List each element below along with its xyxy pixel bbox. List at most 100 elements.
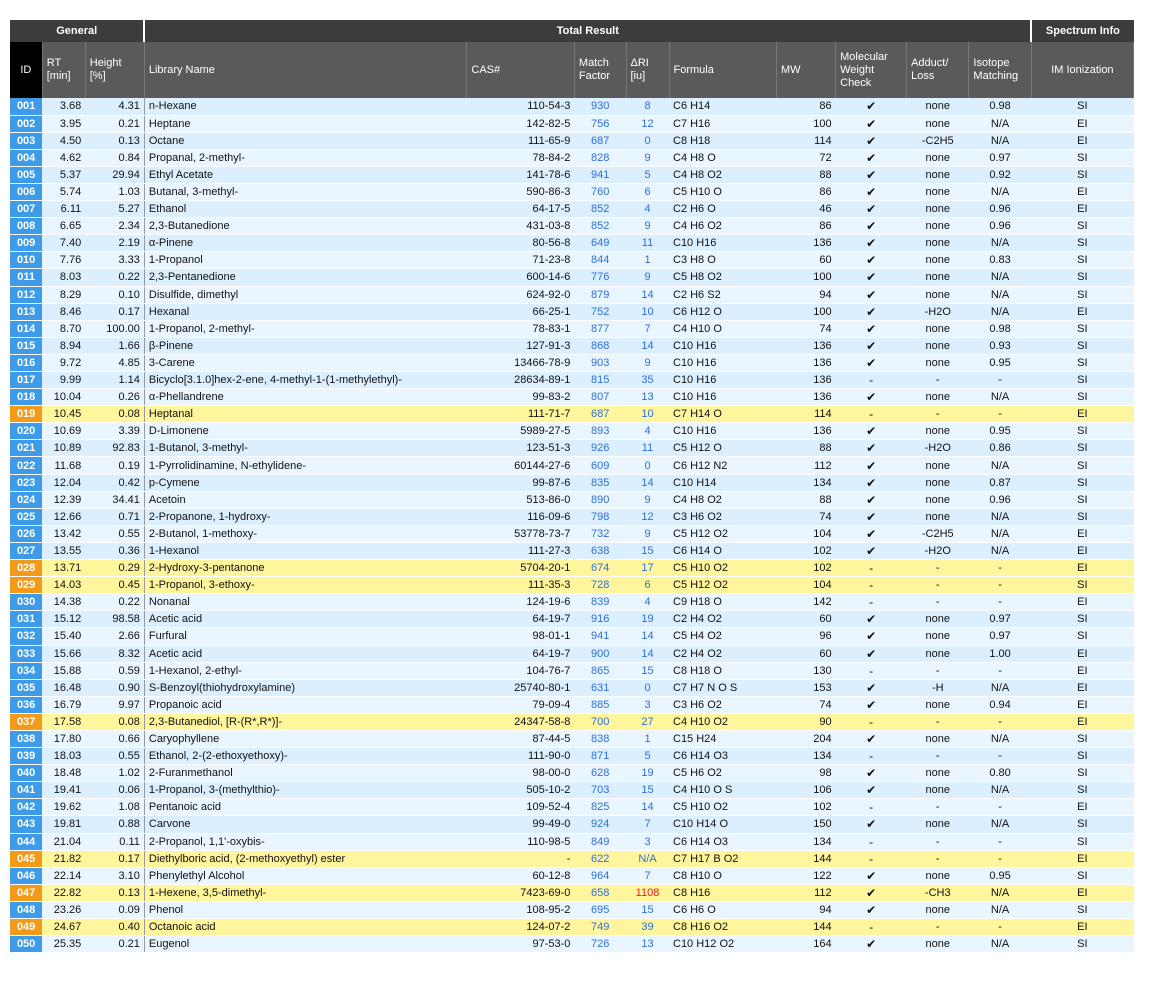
table-row[interactable]: 042 19.62 1.08 Pentanoic acid 109-52-4 825 14 C… [10,798,1134,817]
library-name-cell: 1-Hexanol, 2-ethyl- [144,662,467,680]
adduct-cell: -H2O [906,542,969,561]
table-row[interactable]: 031 15.12 98.58 Acetic acid 64-19-7 916 19 C2 H… [10,610,1134,629]
isotope-cell: N/A [968,286,1032,304]
table-row[interactable]: 037 17.58 0.08 2,3-Butanediol, [R-(R*,R*)]-… [10,713,1134,731]
mw-cell: 60 [776,610,836,629]
match-factor-cell: 879 [574,286,626,304]
mw-cell: 74 [776,696,836,714]
table-row[interactable]: 021 10.89 92.83 1-Butanol, 3-methyl- 123-51-… [10,439,1134,458]
cas-cell: 98-01-1 [466,627,575,646]
table-row[interactable]: 030 14.38 0.22 Nonanal 124-19-6 839 4 C9 H18 O1… [10,593,1134,612]
ionization-cell: EI [1031,645,1134,663]
table-row[interactable]: 002 3.95 0.21 Heptane 142-82-5 756 12 C7 H16 100… [10,115,1134,133]
table-row[interactable]: 003 4.50 0.13 Octane 111-65-9 687 0 C8 H18 114 ✔ -… [10,132,1134,150]
table-row[interactable]: 017 9.99 1.14 Bicyclo[3.1.0]hex-2-ene, 4-me… [10,371,1134,390]
match-factor-cell: 732 [574,525,626,543]
table-row[interactable]: 016 9.72 4.85 3-Carene 13466-78-9 903 9 C10 H16… [10,354,1134,373]
col-mw[interactable]: MW [776,42,837,98]
col-library-name[interactable]: Library Name [144,42,468,98]
match-factor-cell: 798 [574,508,626,526]
table-row[interactable]: 014 8.70 100.00 1-Propanol, 2-methyl- 78-83-… [10,320,1134,338]
height-cell: 0.84 [85,149,145,167]
table-row[interactable]: 045 21.82 0.17 Diethylboric acid, (2-methox… [10,850,1134,868]
row-id: 026 [10,525,43,543]
ionization-cell: SI [1031,508,1134,526]
table-row[interactable]: 039 18.03 0.55 Ethanol, 2-(2-ethoxyethoxy)-… [10,747,1134,766]
table-row[interactable]: 036 16.79 9.97 Propanoic acid 79-09-4 885 3 C3 … [10,696,1134,714]
col-formula[interactable]: Formula [669,42,777,98]
table-row[interactable]: 006 5.74 1.03 Butanal, 3-methyl- 590-86-3 760… [10,183,1134,202]
group-general[interactable]: General [10,20,146,42]
table-row[interactable]: 019 10.45 0.08 Heptanal 111-71-7 687 10 C7 H14 … [10,405,1134,424]
table-row[interactable]: 007 6.11 5.27 Ethanol 64-17-5 852 4 C2 H6 O 46 ✔ n… [10,200,1134,219]
table-row[interactable]: 024 12.39 34.41 Acetoin 513-86-0 890 9 C4 H8 O2… [10,491,1134,509]
table-row[interactable]: 034 15.88 0.59 1-Hexanol, 2-ethyl- 104-76-7 8… [10,662,1134,680]
rt-cell: 7.40 [42,234,86,253]
cas-cell: 110-54-3 [466,98,575,116]
table-row[interactable]: 035 16.48 0.90 S-Benzoyl(thiohydroxylamine)… [10,679,1134,697]
isotope-cell: - [968,662,1032,680]
table-row[interactable]: 011 8.03 0.22 2,3-Pentanedione 600-14-6 776 9 C… [10,268,1134,287]
table-row[interactable]: 010 7.76 3.33 1-Propanol 71-23-8 844 1 C3 H8 O6… [10,251,1134,270]
rt-cell: 3.95 [42,115,86,133]
cas-cell: 600-14-6 [466,268,575,287]
table-row[interactable]: 050 25.35 0.21 Eugenol 97-53-0 726 13 C10 H12 O… [10,935,1134,954]
col-isotope-matching[interactable]: Isotope Matching [968,42,1032,98]
col-rt[interactable]: RT [min] [42,42,86,98]
table-row[interactable]: 044 21.04 0.11 2-Propanol, 1,1'-oxybis- 110-… [10,833,1134,851]
table-row[interactable]: 049 24.67 0.40 Octanoic acid 124-07-2 749 39 C8… [10,918,1134,937]
cas-cell: 111-90-0 [466,747,575,766]
table-row[interactable]: 029 14.03 0.45 1-Propanol, 3-ethoxy- 111-35-… [10,576,1134,595]
table-row[interactable]: 040 18.48 1.02 2-Furanmethanol 98-00-0 628 19 C… [10,764,1134,783]
formula-cell: C5 H12 O2 [669,576,777,595]
match-factor-cell: 865 [574,662,626,680]
table-row[interactable]: 046 22.14 3.10 Phenylethyl Alcohol 60-12-8 96… [10,867,1134,885]
table-row[interactable]: 027 13.55 0.36 1-Hexanol 111-27-3 638 15 C6 H14… [10,542,1134,561]
col-delta-ri[interactable]: ΔRI [iu] [626,42,670,98]
height-cell: 5.27 [85,200,145,219]
library-name-cell: Acetic acid [144,610,467,629]
table-row[interactable]: 048 23.26 0.09 Phenol 108-95-2 695 15 C6 H6 O 94… [10,901,1134,920]
col-id[interactable]: ID [10,42,43,98]
rt-cell: 22.14 [42,867,86,885]
isotope-cell: 0.92 [968,166,1032,184]
height-cell: 92.83 [85,439,145,458]
isotope-cell: 0.96 [968,200,1032,219]
col-height[interactable]: Height [%] [85,42,145,98]
table-row[interactable]: 005 5.37 29.94 Ethyl Acetate 141-78-6 941 5 C4 … [10,166,1134,184]
table-row[interactable]: 047 22.82 0.13 1-Hexene, 3,5-dimethyl- 7423-… [10,884,1134,902]
table-row[interactable]: 009 7.40 2.19 α-Pinene 80-56-8 649 11 C10 H16 13… [10,234,1134,253]
table-row[interactable]: 023 12.04 0.42 p-Cymene 99-87-6 835 14 C10 H14 1… [10,474,1134,492]
mw-check-cell: ✔ [835,491,907,509]
library-name-cell: Eugenol [144,935,467,954]
table-row[interactable]: 020 10.69 3.39 D-Limonene 5989-27-5 893 4 C10 H… [10,422,1134,441]
col-mw-check[interactable]: Molecular Weight Check [835,42,908,98]
height-cell: 0.17 [85,303,145,321]
table-row[interactable]: 038 17.80 0.66 Caryophyllene 87-44-5 838 1 C15 … [10,730,1134,749]
height-cell: 100.00 [85,320,145,338]
table-row[interactable]: 018 10.04 0.26 α-Phellandrene 99-83-2 807 13 C1… [10,388,1134,407]
col-match-factor[interactable]: Match Factor [574,42,627,98]
col-cas[interactable]: CAS# [466,42,575,98]
table-row[interactable]: 033 15.66 8.32 Acetic acid 64-19-7 900 14 C2 H4… [10,645,1134,663]
row-id: 002 [10,115,43,133]
table-row[interactable]: 026 13.42 0.55 2-Butanol, 1-methoxy- 53778-7… [10,525,1134,543]
table-row[interactable]: 015 8.94 1.66 β-Pinene 127-91-3 868 14 C10 H16 1… [10,337,1134,355]
table-row[interactable]: 012 8.29 0.10 Disulfide, dimethyl 624-92-0 87… [10,286,1134,304]
group-total-result[interactable]: Total Result [144,20,1033,42]
match-factor-cell: 609 [574,456,626,475]
table-row[interactable]: 025 12.66 0.71 2-Propanone, 1-hydroxy- 116-0… [10,508,1134,526]
ionization-cell: EI [1031,713,1134,731]
table-row[interactable]: 022 11.68 0.19 1-Pyrrolidinamine, N-ethylid… [10,456,1134,475]
table-row[interactable]: 032 15.40 2.66 Furfural 98-01-1 941 14 C5 H4 O2… [10,627,1134,646]
group-spectrum-info[interactable]: Spectrum Info [1031,20,1134,42]
table-row[interactable]: 001 3.68 4.31 n-Hexane 110-54-3 930 8 C6 H14 86 ✔… [10,98,1134,116]
col-adduct-loss[interactable]: Adduct/ Loss [906,42,970,98]
table-row[interactable]: 028 13.71 0.29 2-Hydroxy-3-pentanone 5704-20… [10,559,1134,578]
table-row[interactable]: 004 4.62 0.84 Propanal, 2-methyl- 78-84-2 828… [10,149,1134,167]
col-im-ionization[interactable]: IM Ionization [1031,42,1135,98]
table-row[interactable]: 041 19.41 0.06 1-Propanol, 3-(methylthio)- 5… [10,781,1134,800]
table-row[interactable]: 008 6.65 2.34 2,3-Butanedione 431-03-8 852 9 C4… [10,217,1134,236]
table-row[interactable]: 013 8.46 0.17 Hexanal 66-25-1 752 10 C6 H12 O 10… [10,303,1134,321]
table-row[interactable]: 043 19.81 0.88 Carvone 99-49-0 924 7 C10 H14 O1… [10,815,1134,834]
